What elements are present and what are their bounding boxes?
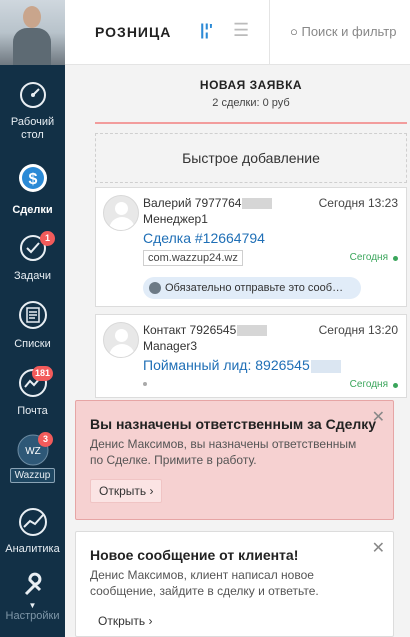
card-role: Менеджер1 xyxy=(143,212,208,226)
contact-name-wrapper: Контакт 7926545 xyxy=(143,323,268,337)
list-view-icon[interactable]: ☰ xyxy=(233,20,249,41)
message-text: Обязательно отправьте это сооб… xyxy=(165,282,344,294)
tasks-badge: 1 xyxy=(40,231,55,246)
sidebar-item-label: Рабочий стол xyxy=(10,116,55,141)
sidebar-item-label: Настройки xyxy=(5,610,60,622)
deal-link-wrapper[interactable]: Пойманный лид: 8926545 xyxy=(143,357,341,373)
sidebar: Рабочий стол $ Сделки 1 Задачи Списки 18… xyxy=(0,0,65,637)
lists-icon xyxy=(18,301,47,329)
notification-body: Денис Максимов, клиент написал новое соо… xyxy=(90,568,319,598)
user-avatar[interactable] xyxy=(0,0,65,65)
top-bar: РОЗНИЦА |¦' ☰ ○ Поиск и фильтр xyxy=(65,0,410,65)
deal-link: Пойманный лид: 8926545 xyxy=(143,357,310,373)
column-divider xyxy=(95,122,407,124)
status-dot xyxy=(393,383,398,388)
close-icon[interactable]: ✕ xyxy=(372,407,385,427)
status-dot xyxy=(393,256,398,261)
message-avatar-icon xyxy=(149,282,161,294)
wazzup-avatar-text: WZ xyxy=(25,446,41,457)
status-label: Сегодня xyxy=(349,379,388,390)
source-tag: com.wazzup24.wz xyxy=(143,250,243,266)
analytics-icon xyxy=(18,508,47,536)
page-title: РОЗНИЦА xyxy=(95,24,172,40)
column-header: НОВАЯ ЗАЯВКА 2 сделки: 0 руб xyxy=(95,78,407,109)
deal-card[interactable]: Контакт 7926545 Сегодня 13:20 Manager3 П… xyxy=(95,314,407,398)
redacted-block xyxy=(237,325,268,337)
notification-body: Денис Максимов, вы назначены ответственн… xyxy=(90,437,357,467)
last-message[interactable]: Обязательно отправьте это сооб… xyxy=(143,277,361,299)
avatar-body xyxy=(13,28,51,65)
sidebar-item-label: Сделки xyxy=(12,204,53,216)
divider xyxy=(269,0,270,65)
sidebar-item-settings[interactable]: ▼ Настройки xyxy=(0,572,65,637)
sidebar-item-mail[interactable]: 181 Почта xyxy=(0,366,65,418)
wazzup-badge: 3 xyxy=(38,432,53,447)
card-time: Сегодня 13:23 xyxy=(318,196,398,210)
mail-badge: 181 xyxy=(32,366,54,381)
redacted-block xyxy=(242,198,273,210)
sidebar-item-wazzup[interactable]: WZ 3 Wazzup xyxy=(0,432,65,483)
dashboard-icon xyxy=(19,82,46,108)
avatar-head xyxy=(23,6,41,28)
sidebar-item-lists[interactable]: Списки xyxy=(0,299,65,351)
contact-name: Валерий 7977764 xyxy=(143,196,242,210)
sidebar-item-label: Почта xyxy=(17,405,48,417)
contact-name: Контакт 7926545 xyxy=(143,323,237,337)
contact-avatar-icon xyxy=(103,195,139,231)
notification-assigned: ✕ Вы назначены ответственным за Сделку Д… xyxy=(75,400,394,520)
open-button[interactable]: Открыть › xyxy=(90,479,163,503)
sidebar-item-dashboard[interactable]: Рабочий стол xyxy=(0,80,65,142)
deal-card[interactable]: Валерий 7977764 Сегодня 13:23 Менеджер1 … xyxy=(95,187,407,307)
sidebar-item-analytics[interactable]: Аналитика xyxy=(0,507,65,556)
card-time: Сегодня 13:20 xyxy=(318,323,398,337)
search-input[interactable]: ○ Поиск и фильтр xyxy=(290,24,396,39)
card-role: Manager3 xyxy=(143,339,198,353)
sidebar-item-deals[interactable]: $ Сделки xyxy=(0,162,65,217)
column-title: НОВАЯ ЗАЯВКА xyxy=(199,78,303,92)
sidebar-item-tasks[interactable]: 1 Задачи xyxy=(0,231,65,283)
notification-new-message: ✕ Новое сообщение от клиента! Денис Макс… xyxy=(75,531,394,637)
close-icon[interactable]: ✕ xyxy=(372,538,385,558)
chevron-down-icon[interactable]: ▼ xyxy=(0,602,65,610)
sidebar-item-label: Задачи xyxy=(14,270,51,282)
search-icon: ○ xyxy=(290,24,298,39)
column-subtitle: 2 сделки: 0 руб xyxy=(212,97,290,109)
open-button[interactable]: Открыть › xyxy=(90,610,161,632)
redacted-block xyxy=(310,359,341,373)
status-label: Сегодня xyxy=(349,252,388,263)
deals-icon: $ xyxy=(18,164,47,192)
sidebar-item-label: Аналитика xyxy=(5,543,60,555)
svg-text:$: $ xyxy=(28,171,37,188)
sidebar-item-label: Списки xyxy=(14,338,51,350)
gray-dot xyxy=(143,382,147,386)
search-placeholder: Поиск и фильтр xyxy=(301,24,397,39)
sidebar-item-label: Wazzup xyxy=(9,468,56,483)
notification-title: Новое сообщение от клиента! xyxy=(90,547,299,563)
pipeline-view-icon[interactable]: |¦' xyxy=(200,22,213,40)
notification-title: Вы назначены ответственным за Сделку xyxy=(90,416,377,432)
contact-name-wrapper: Валерий 7977764 xyxy=(143,196,273,210)
deal-link[interactable]: Сделка #12664794 xyxy=(143,230,265,246)
settings-icon xyxy=(24,572,41,596)
quick-add-button[interactable]: Быстрое добавление xyxy=(95,133,407,183)
contact-avatar-icon xyxy=(103,322,139,358)
